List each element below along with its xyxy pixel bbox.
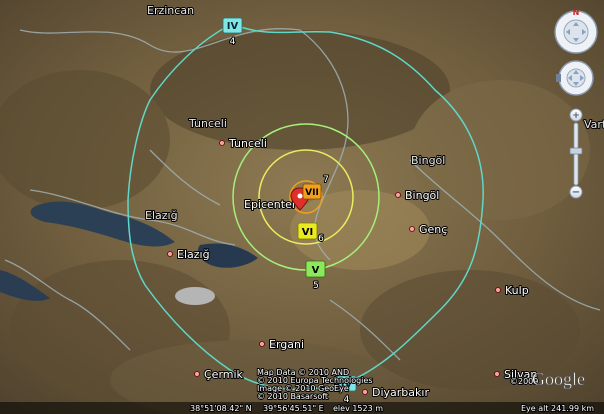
city-label-genc: Genç	[419, 223, 447, 236]
status-bar: 38°51'08.42" N 39°56'45.51" E elev 1523 …	[0, 402, 604, 414]
region-label-bingol: Bingöl	[411, 154, 445, 167]
intensity-marker-vi-numeral: VI	[302, 227, 313, 238]
city-label-kulp: Kulp	[505, 284, 529, 297]
zoom-handle	[569, 147, 583, 155]
region-label-varto: Varto	[584, 118, 604, 131]
city-label-tunceli: Tunceli	[228, 137, 267, 150]
city-diyarbakir: Diyarbakır	[362, 385, 430, 400]
intensity-marker-iv-top-value: 4	[230, 37, 236, 47]
google-logo: Google	[532, 369, 585, 389]
status-latitude: 38°51'08.42" N	[190, 404, 252, 413]
satellite-map[interactable]: Erzincan Tunceli Bingöl Elazığ Varto Tun…	[0, 0, 604, 414]
city-label-cermik: Çermik	[204, 368, 244, 381]
intensity-marker-v-value: 5	[313, 281, 319, 291]
intensity-marker-iv-top-numeral: IV	[227, 21, 239, 32]
epicenter-label: Epicenter	[244, 198, 297, 211]
city-label-diyarbakir: Diyarbakır	[372, 386, 429, 399]
region-label-elazig: Elazığ	[145, 209, 178, 222]
zoom-out-icon: −	[572, 187, 580, 198]
attribution-line4: © 2010 Basarsoft	[257, 392, 328, 401]
map-viewer[interactable]: Erzincan Tunceli Bingöl Elazığ Varto Tun…	[0, 0, 604, 414]
intensity-marker-vii-value: 7	[323, 175, 329, 185]
intensity-marker-vii-numeral: VII	[305, 188, 319, 198]
intensity-marker-vi-value: 6	[318, 234, 324, 244]
city-label-ergani: Ergani	[269, 338, 304, 351]
compass-north-icon: N	[573, 8, 580, 17]
move-left-tab-icon	[556, 74, 561, 82]
status-longitude: 39°56'45.51" E	[263, 404, 324, 413]
region-label-tunceli: Tunceli	[188, 117, 227, 130]
status-elevation: elev 1523 m	[333, 404, 383, 413]
intensity-marker-v-numeral: V	[312, 265, 320, 276]
zoom-in-icon: +	[572, 111, 580, 121]
status-eye-altitude: Eye alt 241.99 km	[521, 404, 594, 413]
city-label-elazig: Elazığ	[177, 248, 210, 261]
city-label-bingol: Bingöl	[405, 189, 439, 202]
region-label-erzincan: Erzincan	[147, 4, 194, 17]
